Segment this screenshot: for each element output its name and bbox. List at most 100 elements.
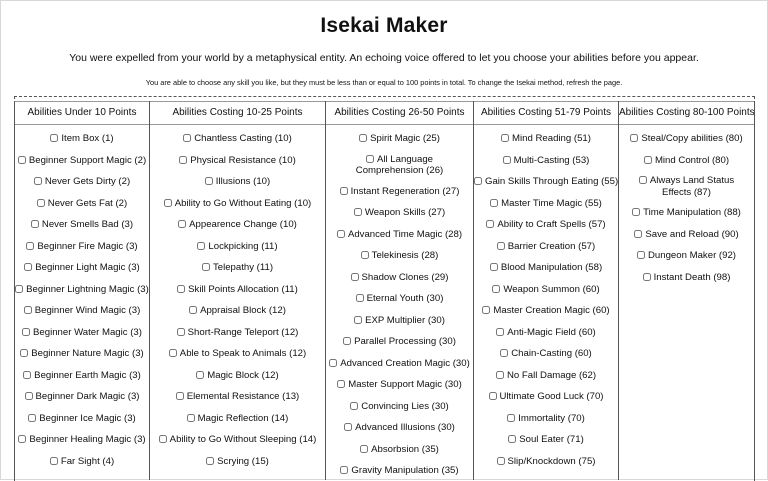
ability-checkbox[interactable] — [201, 263, 210, 271]
ability-checkbox[interactable] — [508, 435, 517, 443]
ability-checkbox[interactable] — [20, 349, 29, 357]
ability-option[interactable]: Scrying (15) — [150, 451, 325, 473]
ability-checkbox[interactable] — [496, 327, 505, 336]
ability-option[interactable]: Master Support Magic (30) — [326, 374, 473, 396]
ability-checkbox[interactable] — [634, 229, 643, 238]
ability-checkbox[interactable] — [336, 229, 345, 238]
ability-checkbox[interactable] — [15, 284, 24, 293]
ability-option[interactable]: Able to Speak to Animals (12) — [150, 343, 325, 365]
ability-checkbox[interactable] — [49, 456, 58, 465]
ability-option[interactable]: Beginner Healing Magic (3) — [15, 429, 149, 451]
ability-checkbox[interactable] — [158, 435, 167, 443]
ability-option[interactable]: Beginner Nature Magic (3) — [15, 343, 149, 365]
ability-option[interactable]: Parallel Processing (30) — [326, 331, 473, 353]
ability-option[interactable]: Master Time Magic (55) — [474, 193, 618, 215]
ability-option[interactable]: Appearence Change (10) — [150, 214, 325, 236]
ability-checkbox[interactable] — [355, 294, 364, 302]
ability-checkbox[interactable] — [168, 349, 177, 357]
ability-checkbox[interactable] — [36, 198, 45, 207]
ability-checkbox[interactable] — [489, 263, 498, 271]
ability-checkbox[interactable] — [360, 251, 369, 259]
ability-checkbox[interactable] — [354, 315, 363, 324]
ability-option[interactable]: Never Smells Bad (3) — [15, 214, 149, 236]
ability-checkbox[interactable] — [22, 327, 31, 336]
ability-checkbox[interactable] — [177, 284, 186, 293]
ability-option[interactable]: Barrier Creation (57) — [474, 236, 618, 258]
ability-checkbox[interactable] — [33, 177, 42, 185]
ability-option[interactable]: Immortality (70) — [474, 408, 618, 430]
ability-checkbox[interactable] — [359, 134, 368, 142]
ability-checkbox[interactable] — [350, 272, 359, 281]
ability-checkbox[interactable] — [500, 349, 509, 357]
ability-checkbox[interactable] — [637, 251, 645, 259]
ability-checkbox[interactable] — [365, 154, 374, 163]
ability-option[interactable]: Mind Reading (51) — [474, 128, 618, 150]
ability-checkbox[interactable] — [50, 134, 59, 142]
ability-checkbox[interactable] — [492, 284, 501, 293]
ability-option[interactable]: Advanced Time Magic (28) — [326, 224, 473, 246]
ability-checkbox[interactable] — [179, 155, 188, 164]
ability-checkbox[interactable] — [24, 263, 33, 271]
ability-checkbox[interactable] — [28, 413, 37, 422]
ability-option[interactable]: Dungeon Maker (92) — [619, 245, 754, 267]
ability-checkbox[interactable] — [186, 413, 195, 422]
ability-option[interactable]: Advanced Illusions (30) — [326, 417, 473, 439]
ability-option[interactable]: Advanced Creation Magic (30) — [326, 353, 473, 375]
ability-option[interactable]: Far Sight (4) — [15, 451, 149, 473]
ability-checkbox[interactable] — [206, 456, 215, 465]
ability-option[interactable]: Ultimate Good Luck (70) — [474, 386, 618, 408]
ability-checkbox[interactable] — [183, 134, 192, 142]
ability-option[interactable]: Beginner Light Magic (3) — [15, 257, 149, 279]
ability-checkbox[interactable] — [474, 177, 482, 185]
ability-option[interactable]: Magic Block (12) — [150, 365, 325, 387]
ability-option[interactable]: Appraisal Block (12) — [150, 300, 325, 322]
ability-option[interactable]: Save and Reload (90) — [619, 224, 754, 246]
ability-option[interactable]: Item Box (1) — [15, 128, 149, 150]
ability-option[interactable]: EXP Multiplier (30) — [326, 310, 473, 332]
ability-option[interactable]: Master Creation Magic (60) — [474, 300, 618, 322]
ability-option[interactable]: Spirit Magic (25) — [326, 128, 473, 150]
ability-checkbox[interactable] — [507, 413, 516, 422]
ability-option[interactable]: No Fall Damage (62) — [474, 365, 618, 387]
ability-checkbox[interactable] — [630, 134, 639, 142]
ability-checkbox[interactable] — [486, 220, 495, 228]
ability-checkbox[interactable] — [496, 241, 505, 250]
ability-option[interactable]: Mind Control (80) — [619, 150, 754, 172]
ability-checkbox[interactable] — [329, 358, 338, 367]
ability-option[interactable]: Beginner Wind Magic (3) — [15, 300, 149, 322]
ability-checkbox[interactable] — [488, 392, 497, 400]
ability-checkbox[interactable] — [353, 208, 362, 216]
ability-option[interactable]: Absorbsion (35) — [326, 439, 473, 461]
ability-checkbox[interactable] — [344, 423, 353, 431]
ability-checkbox[interactable] — [632, 208, 641, 216]
ability-option[interactable]: Always Land Status Effects (87) — [619, 171, 754, 202]
ability-option[interactable]: Ability to Go Without Eating (10) — [150, 193, 325, 215]
ability-option[interactable]: Chantless Casting (10) — [150, 128, 325, 150]
ability-option[interactable]: Weapon Summon (60) — [474, 279, 618, 301]
ability-option[interactable]: Chain-Casting (60) — [474, 343, 618, 365]
ability-option[interactable]: Never Gets Dirty (2) — [15, 171, 149, 193]
ability-checkbox[interactable] — [643, 155, 652, 164]
ability-checkbox[interactable] — [197, 241, 206, 250]
ability-checkbox[interactable] — [30, 220, 39, 228]
ability-option[interactable]: Gravity Manipulation (35) — [326, 460, 473, 480]
ability-option[interactable]: Beginner Dark Magic (3) — [15, 386, 149, 408]
ability-checkbox[interactable] — [340, 466, 349, 474]
ability-checkbox[interactable] — [176, 327, 185, 336]
ability-checkbox[interactable] — [163, 198, 172, 207]
ability-option[interactable]: Shadow Clones (29) — [326, 267, 473, 289]
ability-option[interactable]: Slip/Knockdown (75) — [474, 451, 618, 473]
ability-option[interactable]: Instant Death (98) — [619, 267, 754, 289]
ability-checkbox[interactable] — [343, 337, 352, 345]
ability-checkbox[interactable] — [189, 306, 198, 314]
ability-checkbox[interactable] — [496, 456, 505, 465]
ability-option[interactable]: Steal/Copy abilities (80) — [619, 128, 754, 150]
ability-option[interactable]: Beginner Fire Magic (3) — [15, 236, 149, 258]
ability-option[interactable]: Magic Reflection (14) — [150, 408, 325, 430]
ability-option[interactable]: Eternal Youth (30) — [326, 288, 473, 310]
ability-option[interactable]: Elemental Resistance (13) — [150, 386, 325, 408]
ability-option[interactable]: Illusions (10) — [150, 171, 325, 193]
ability-option[interactable]: Convincing Lies (30) — [326, 396, 473, 418]
ability-checkbox[interactable] — [26, 241, 35, 250]
ability-checkbox[interactable] — [24, 392, 33, 400]
